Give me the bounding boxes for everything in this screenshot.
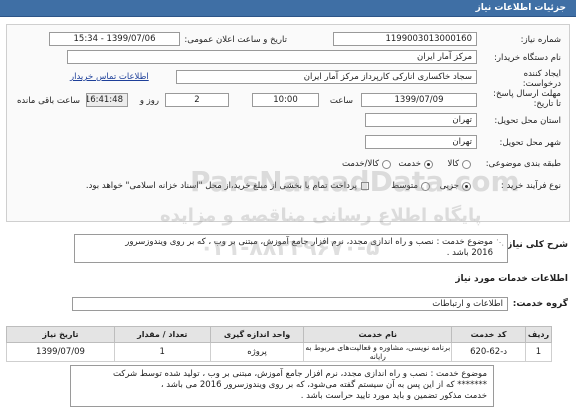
description-label: شرح کلی نیاز:: [503, 240, 568, 250]
category-radio-both[interactable]: [382, 160, 391, 169]
services-title: اطلاعات خدمات مورد نیاز: [455, 274, 568, 284]
cell-date: 1399/07/09: [6, 342, 115, 362]
category-option-both: کالا/خدمت: [342, 159, 379, 169]
service-group-label: گروه خدمت:: [512, 299, 568, 309]
resize-handle-icon[interactable]: ⋰: [496, 237, 504, 248]
need-info-panel: شماره نیاز: 1199003013000160 تاریخ و ساع…: [6, 24, 570, 222]
days-label: روز و: [139, 96, 159, 106]
deadline-time-label: ساعت: [329, 96, 353, 106]
process-radio-medium[interactable]: [421, 182, 430, 191]
col-code: کد خدمت: [451, 326, 527, 343]
treasury-checkbox[interactable]: [361, 182, 369, 190]
category-label: طبقه بندی موضوعی:: [485, 159, 561, 169]
buyer-contact-link[interactable]: اطلاعات تماس خریدار: [70, 72, 149, 82]
deadline-date-field[interactable]: 1399/07/09: [361, 93, 477, 107]
payment-note: پرداخت تمام یا بخشی از مبلغ خرید،از محل …: [85, 181, 357, 191]
cell-qty: 1: [113, 342, 211, 362]
col-unit: واحد اندازه گیری: [209, 326, 305, 343]
process-option-medium: متوسط: [391, 181, 418, 191]
services-table: ردیف کد خدمت نام خدمت واحد اندازه گیری ت…: [6, 326, 552, 362]
category-radio-service[interactable]: [424, 160, 433, 169]
description-box: ⋰ موضوع خدمت : نصب و راه اندازی مجدد، نر…: [74, 234, 508, 263]
table-header-row: ردیف کد خدمت نام خدمت واحد اندازه گیری ت…: [6, 326, 552, 343]
col-date: تاریخ نیاز: [6, 326, 115, 343]
process-option-minor: جزیی: [439, 181, 459, 191]
cell-code: د-62-620: [451, 342, 527, 362]
deadline-time-field[interactable]: 10:00: [252, 93, 319, 107]
creator-field[interactable]: سجاد خاکساری انارکی کارپرداز مرکز آمار ا…: [176, 70, 477, 84]
buyer-label: نام دستگاه خریدار:: [494, 53, 561, 63]
service-group-field[interactable]: اطلاعات و ارتباطات: [72, 297, 508, 311]
announce-field[interactable]: 1399/07/06 - 15:34: [49, 32, 180, 46]
col-name: نام خدمت: [303, 326, 453, 343]
need-number-field[interactable]: 1199003013000160: [333, 32, 477, 46]
province-field[interactable]: تهران: [365, 113, 477, 127]
category-option-goods: کالا: [447, 159, 459, 169]
city-field[interactable]: تهران: [365, 135, 477, 149]
category-radio-goods[interactable]: [462, 160, 471, 169]
creator-label: ایجاد کننده درخواست:: [522, 69, 561, 89]
title-bar: جزئیات اطلاعات نیاز: [0, 0, 576, 17]
city-label: شهر محل تحویل:: [499, 138, 561, 148]
table-row: 1 د-62-620 برنامه نویسی، مشاوره و فعالیت…: [6, 342, 552, 362]
remaining-time-field: 16:41:48: [86, 93, 128, 107]
description-line-1: موضوع خدمت : نصب و راه اندازی مجدد، نرم …: [125, 237, 493, 247]
cell-row: 1: [525, 342, 552, 362]
days-field[interactable]: 2: [165, 93, 229, 107]
col-qty: تعداد / مقدار: [113, 326, 211, 343]
cell-unit: پروژه: [209, 342, 305, 362]
page-title: جزئیات اطلاعات نیاز: [475, 3, 566, 13]
announce-label: تاریخ و ساعت اعلان عمومی:: [184, 35, 287, 45]
remaining-label: ساعت باقی مانده: [16, 96, 80, 106]
description-line-2: 2016 باشد .: [446, 248, 493, 258]
deadline-label: مهلت ارسال پاسخ: تا تاریخ:: [493, 89, 561, 109]
notes-line-3: خدمت مذکور تضمین و باید مورد تایید حراست…: [300, 391, 487, 401]
province-label: استان محل تحویل:: [494, 116, 561, 126]
buyer-notes-box: موضوع خدمت : نصب و راه اندازی مجدد، نرم …: [70, 365, 494, 407]
process-radio-minor[interactable]: [462, 182, 471, 191]
need-number-label: شماره نیاز:: [520, 35, 561, 45]
process-label: نوع فرآیند خرید :: [500, 181, 561, 191]
category-option-service: خدمت: [398, 159, 421, 169]
col-row: ردیف: [525, 326, 552, 343]
buyer-field[interactable]: مرکز آمار ایران: [67, 50, 477, 64]
cell-name: برنامه نویسی، مشاوره و فعالیت‌های مربوط …: [303, 342, 453, 362]
notes-line-2: ******* که از این پس به آن سیستم گفته می…: [160, 380, 487, 390]
notes-line-1: موضوع خدمت : نصب و راه اندازی مجدد، نرم …: [112, 369, 487, 379]
